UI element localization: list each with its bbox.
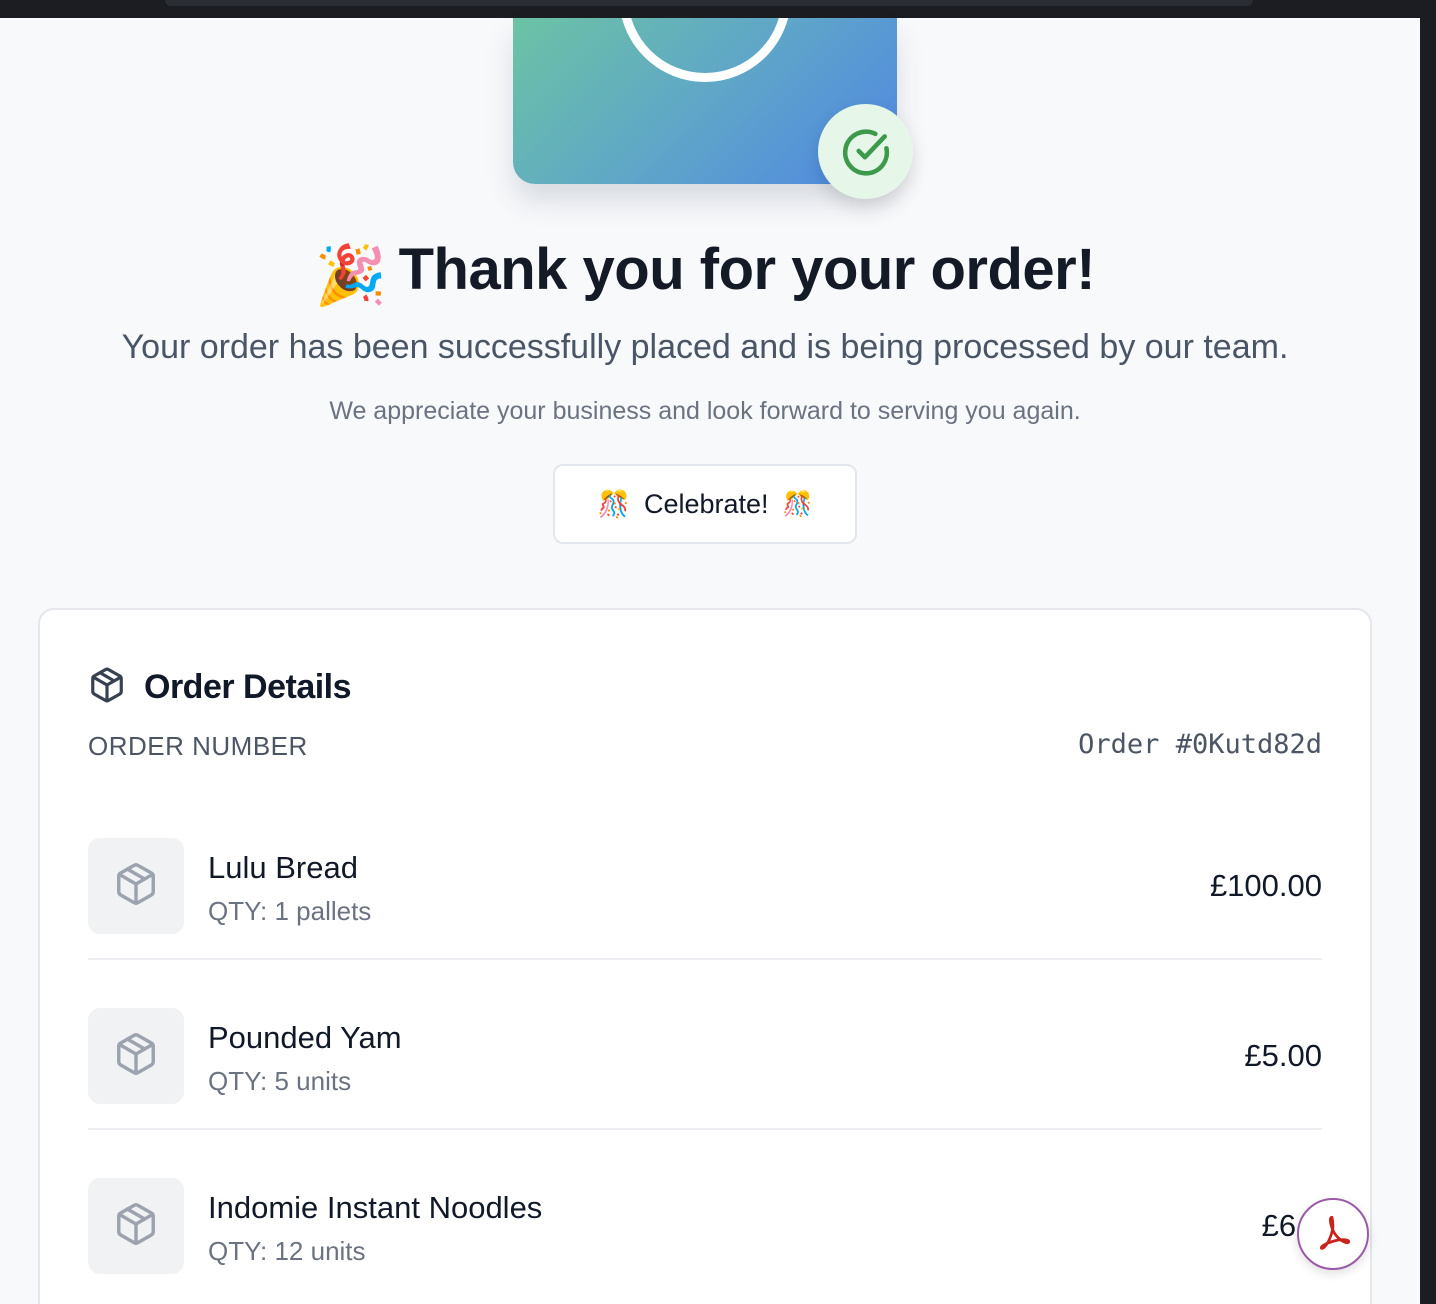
item-name: Lulu Bread	[208, 850, 358, 885]
item-divider	[88, 958, 1322, 960]
browser-top-bar	[0, 0, 1420, 18]
order-details-title: Order Details	[144, 668, 352, 706]
celebrate-button[interactable]: 🎊 Celebrate! 🎊	[553, 464, 857, 544]
package-icon	[88, 666, 126, 709]
item-name: Indomie Instant Noodles	[208, 1190, 543, 1225]
package-icon	[113, 861, 159, 912]
hero-ring-decoration	[619, 18, 791, 82]
order-number-value: Order #0Kutd82d	[1078, 729, 1322, 760]
order-item: Pounded Yam QTY: 5 units £5.00	[88, 1008, 1322, 1104]
item-thumbnail	[88, 1008, 184, 1104]
order-number-label: ORDER NUMBER	[88, 731, 308, 761]
confetti-ball-icon: 🎊	[782, 490, 813, 518]
pdf-download-button[interactable]	[1297, 1198, 1369, 1270]
pdf-icon	[1312, 1211, 1354, 1258]
check-circle-icon	[818, 104, 913, 199]
item-thumbnail	[88, 1178, 184, 1274]
order-item: Indomie Instant Noodles QTY: 12 units £6…	[88, 1178, 1322, 1274]
appreciation-message: We appreciate your business and look for…	[329, 397, 1081, 425]
item-quantity: QTY: 5 units	[208, 1066, 352, 1096]
order-details-header: Order Details	[88, 666, 352, 709]
window-edge	[1420, 0, 1436, 1304]
party-popper-icon: 🎉	[314, 243, 387, 308]
browser-address-area	[165, 0, 1253, 6]
confetti-icon: 🎊	[597, 488, 630, 519]
page-title: 🎉 Thank you for your order!	[0, 236, 1410, 310]
confirmation-message: Your order has been successfully placed …	[121, 328, 1289, 366]
item-divider	[88, 1128, 1322, 1130]
order-item: Lulu Bread QTY: 1 pallets £100.00	[88, 838, 1322, 934]
item-name: Pounded Yam	[208, 1020, 402, 1055]
item-quantity: QTY: 1 pallets	[208, 896, 372, 926]
item-quantity: QTY: 12 units	[208, 1236, 366, 1266]
page-title-text: Thank you for your order!	[398, 237, 1096, 302]
item-price: £100.00	[1209, 868, 1322, 903]
item-thumbnail	[88, 838, 184, 934]
item-price: £5.00	[1244, 1038, 1322, 1073]
celebrate-button-label: Celebrate!	[643, 488, 769, 519]
package-icon	[113, 1201, 159, 1252]
package-icon	[113, 1031, 159, 1082]
